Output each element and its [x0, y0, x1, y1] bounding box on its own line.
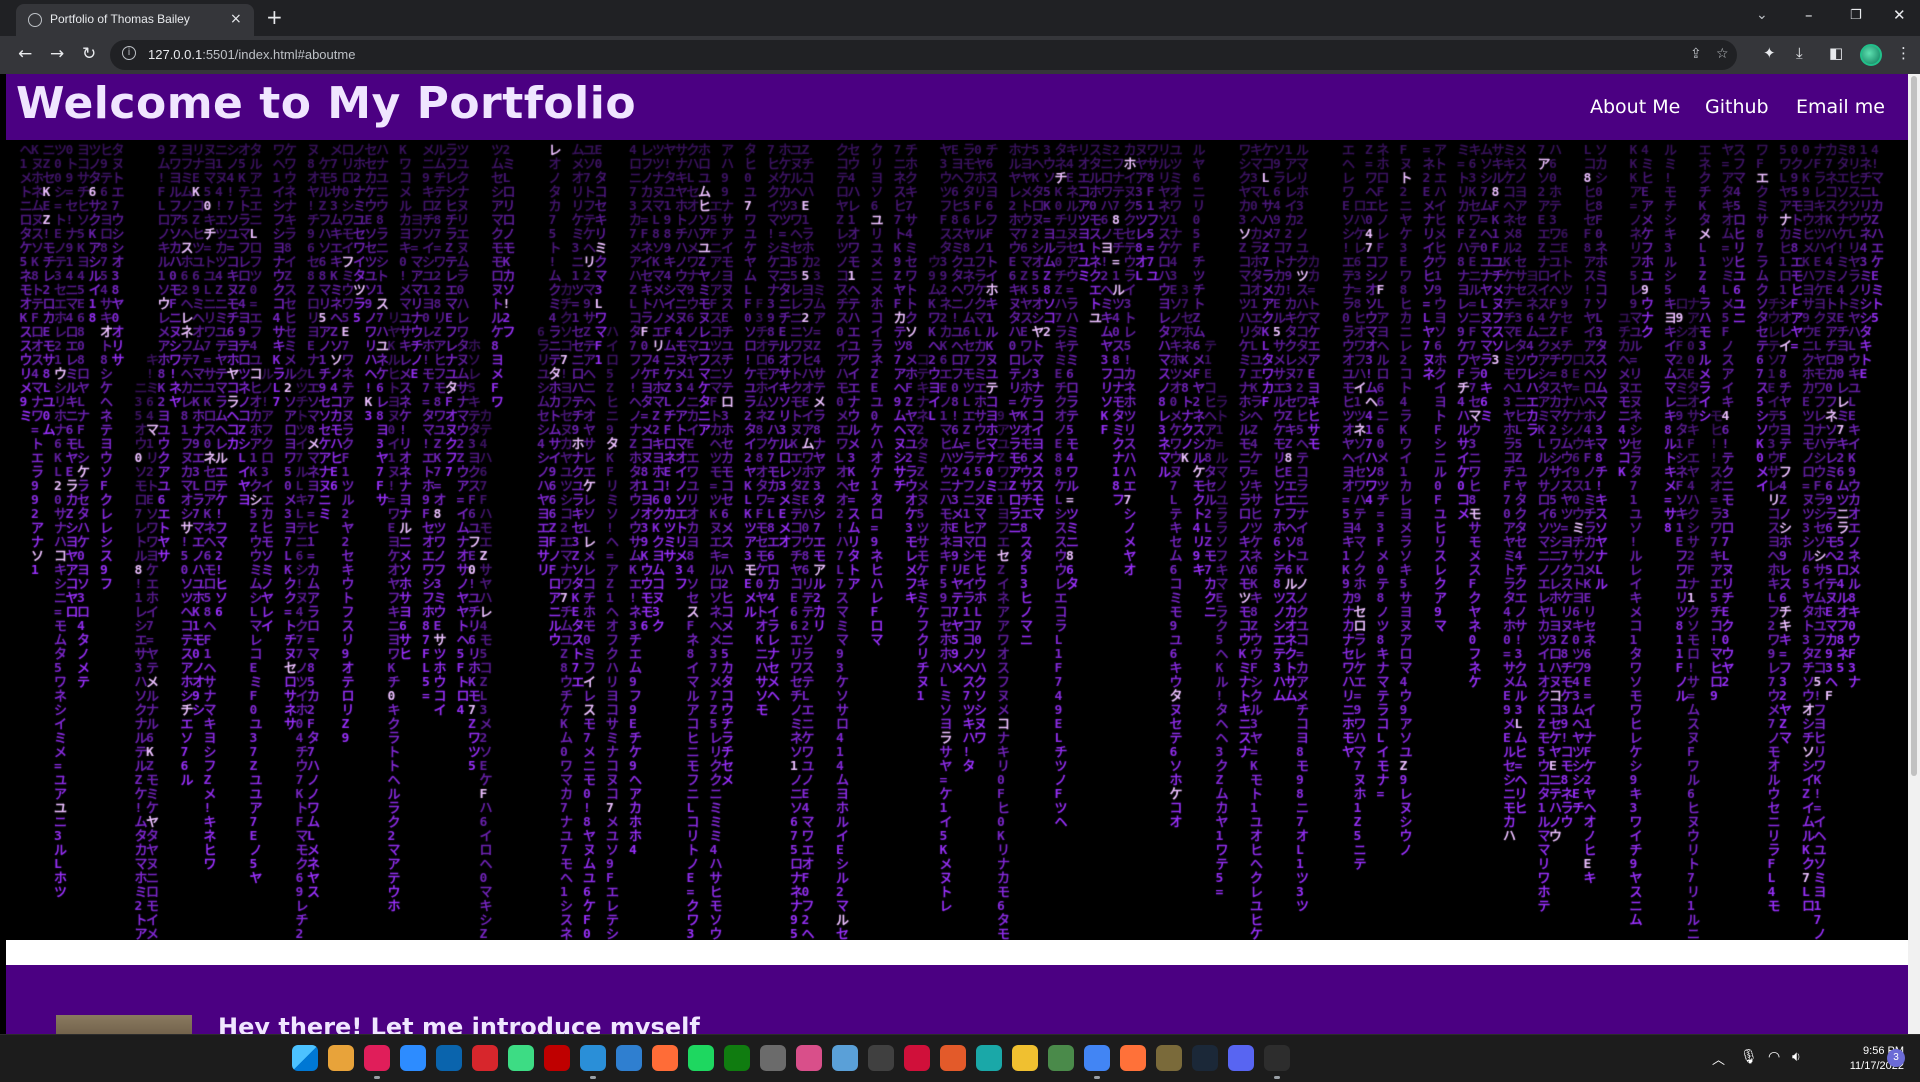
restore-icon[interactable]: ❐	[1850, 8, 1862, 23]
nav-link-github[interactable]: Github	[1705, 96, 1769, 118]
globe-icon	[28, 13, 42, 27]
windows-start-icon[interactable]	[292, 1045, 318, 1071]
tab-close-icon[interactable]: ×	[230, 11, 242, 27]
running-indicator	[1094, 1076, 1100, 1079]
discord-icon[interactable]	[1228, 1045, 1254, 1071]
control-panel-icon[interactable]	[832, 1045, 858, 1071]
share-icon[interactable]: ⇪	[1690, 46, 1702, 62]
calculator-icon[interactable]	[760, 1045, 786, 1071]
new-tab-button[interactable]: +	[266, 5, 283, 29]
davinci-icon[interactable]	[940, 1045, 966, 1071]
terminal-app-icon[interactable]	[976, 1045, 1002, 1071]
browser-tab[interactable]: Portfolio of Thomas Bailey ×	[16, 4, 254, 36]
outlook-icon[interactable]	[436, 1045, 462, 1071]
profile-photo	[56, 1015, 192, 1034]
close-window-icon[interactable]: ✕	[1893, 6, 1906, 24]
scrollbar-thumb[interactable]	[1911, 76, 1917, 776]
screenshot-tool-icon[interactable]	[796, 1045, 822, 1071]
page-scrollbar[interactable]	[1908, 74, 1920, 1034]
about-section: Hey there! Let me introduce myself	[6, 965, 1908, 1034]
postman-icon[interactable]	[652, 1045, 678, 1071]
url-text[interactable]: 127.0.0.1:5501/index.html#aboutme	[148, 47, 355, 62]
nav-link-about-me[interactable]: About Me	[1590, 96, 1680, 118]
volume-icon[interactable]: 🔉︎	[1792, 1049, 1801, 1065]
profile-avatar[interactable]	[1860, 44, 1882, 66]
site-info-icon[interactable]: i	[122, 46, 136, 60]
steam-icon[interactable]	[1192, 1045, 1218, 1071]
git-client-icon[interactable]	[328, 1045, 354, 1071]
vscode-icon[interactable]	[580, 1045, 606, 1071]
wifi-icon[interactable]: ◠	[1768, 1049, 1780, 1065]
extensions-icon[interactable]: ✦	[1763, 44, 1776, 62]
bookmark-star-icon[interactable]: ☆	[1716, 46, 1729, 62]
zoom-icon[interactable]	[400, 1045, 426, 1071]
spotify-icon[interactable]	[688, 1045, 714, 1071]
filezilla-icon[interactable]	[544, 1045, 570, 1071]
site-title: Welcome to My Portfolio	[16, 78, 637, 129]
windows-terminal-icon[interactable]	[1264, 1045, 1290, 1071]
browser-tab-strip: Portfolio of Thomas Bailey × + ⌄ – ❐ ✕	[0, 0, 1920, 36]
chrome-icon[interactable]	[1084, 1045, 1110, 1071]
tab-title: Portfolio of Thomas Bailey	[50, 12, 190, 26]
menu-kebab-icon[interactable]: ⋮	[1896, 44, 1911, 62]
matrix-rain-animation	[6, 140, 1908, 940]
page-viewport: Welcome to My Portfolio About Me Github …	[6, 74, 1908, 1034]
slack-icon[interactable]	[364, 1045, 390, 1071]
download-icon[interactable]: ⤓	[1796, 44, 1803, 62]
windows-taskbar: ︿ 🎙︎ ◠ 🔉︎ 9:56 PM 11/17/2022 3	[0, 1034, 1920, 1082]
firefox-icon[interactable]	[1120, 1045, 1146, 1071]
obs-icon[interactable]	[868, 1045, 894, 1071]
f1-app-icon[interactable]	[904, 1045, 930, 1071]
file-explorer-icon[interactable]	[1012, 1045, 1038, 1071]
tray-overflow-icon[interactable]: ︿	[1712, 1049, 1725, 1068]
reload-icon[interactable]: ↻	[82, 44, 96, 64]
minimize-icon[interactable]: –	[1805, 6, 1813, 24]
site-header: Welcome to My Portfolio About Me Github …	[6, 74, 1908, 140]
notification-badge[interactable]: 3	[1887, 1049, 1905, 1067]
tab-search-icon[interactable]: ⌄	[1756, 7, 1768, 23]
android-emulator-icon[interactable]	[508, 1045, 534, 1071]
back-icon[interactable]: ←	[18, 44, 32, 64]
address-bar[interactable]: i 127.0.0.1:5501/index.html#aboutme ⇪ ☆	[110, 40, 1737, 70]
side-panel-icon[interactable]: ◧	[1829, 44, 1843, 62]
browser-toolbar: ← → ↻ i 127.0.0.1:5501/index.html#aboutm…	[0, 36, 1920, 74]
xbox-icon[interactable]	[724, 1045, 750, 1071]
running-indicator	[374, 1076, 380, 1079]
edge-dev-icon[interactable]	[616, 1045, 642, 1071]
task-manager-icon[interactable]	[1048, 1045, 1074, 1071]
microphone-icon[interactable]: 🎙︎	[1740, 1049, 1758, 1065]
running-indicator	[1274, 1076, 1280, 1079]
section-divider	[6, 940, 1908, 965]
about-heading: Hey there! Let me introduce myself	[218, 1013, 700, 1034]
running-indicator	[590, 1076, 596, 1079]
adobe-acrobat-icon[interactable]	[472, 1045, 498, 1071]
nav-link-email[interactable]: Email me	[1796, 96, 1885, 118]
forward-icon[interactable]: →	[50, 44, 64, 64]
intellij-icon[interactable]	[1156, 1045, 1182, 1071]
